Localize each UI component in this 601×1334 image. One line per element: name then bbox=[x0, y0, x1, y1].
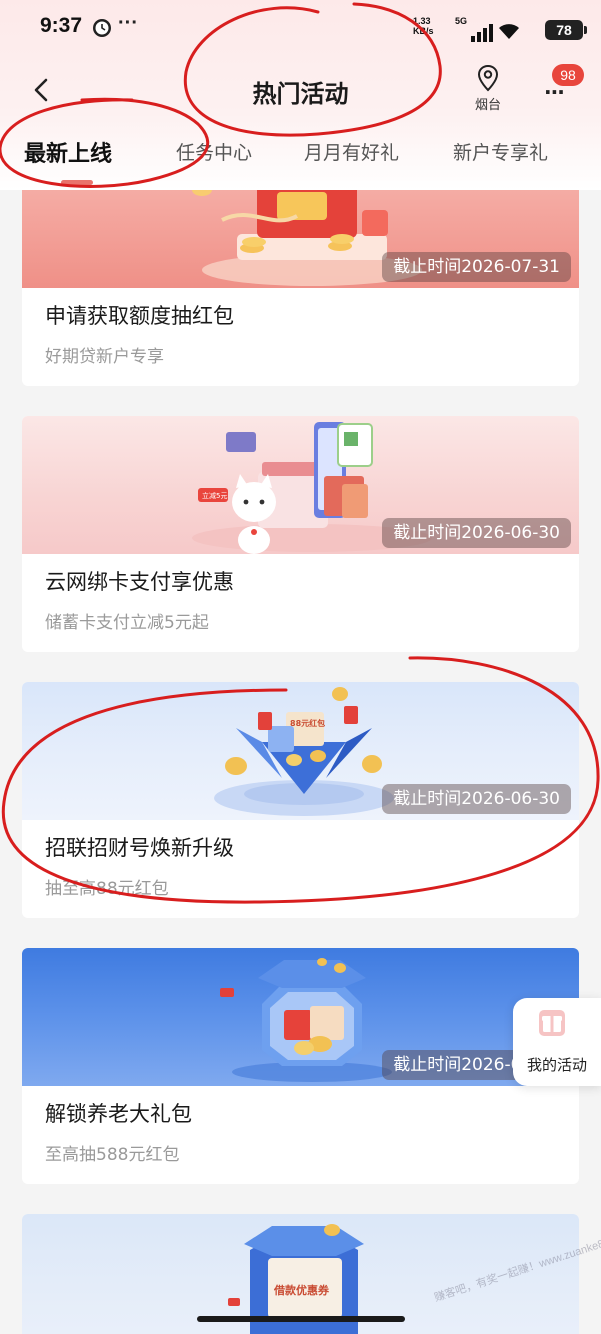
status-indicators: 1.33 KB/s 5G 78 bbox=[403, 12, 587, 42]
net-speed-value: 1.33 bbox=[413, 16, 431, 26]
status-more-icon: ··· bbox=[118, 12, 138, 34]
location-label: 烟台 bbox=[474, 98, 501, 113]
clock-icon bbox=[93, 19, 111, 37]
banner-tag-text: 立减5元 bbox=[202, 491, 227, 500]
card-body: 解锁养老大礼包 至高抽588元红包 bbox=[22, 1086, 579, 1184]
activity-card[interactable]: 截止时间2026-06-30 解锁养老大礼包 至高抽588元红包 bbox=[22, 948, 579, 1184]
activity-card[interactable]: 截止时间2026-07-31 申请获取额度抽红包 好期贷新户专享 bbox=[22, 190, 579, 386]
location-button[interactable]: 烟台 bbox=[466, 64, 510, 118]
wifi-icon bbox=[499, 24, 519, 39]
status-time: 9:37 bbox=[40, 14, 83, 37]
deadline-badge: 截止时间2026-06-30 bbox=[382, 518, 571, 548]
card-title: 招联招财号焕新升级 bbox=[45, 836, 234, 860]
activity-card[interactable]: 88元红包 截止时间2026-06-30 招联招财号焕新升级 抽至高88元红包 bbox=[22, 682, 579, 918]
page-title: 热门活动 bbox=[252, 80, 349, 108]
active-tab-indicator bbox=[61, 180, 93, 185]
activity-card[interactable]: 立减5元 截止时间2026-06-30 云网绑卡支付享优惠 储蓄卡支付立减5元起 bbox=[22, 416, 579, 652]
location-pin-icon bbox=[477, 64, 499, 92]
card-banner-image: 截止时间2026-06-30 bbox=[22, 948, 579, 1086]
card-banner-image: 截止时间2026-07-31 bbox=[22, 190, 579, 288]
banner-envelope-text: 88元红包 bbox=[290, 718, 325, 728]
net-speed: 1.33 KB/s bbox=[413, 16, 453, 36]
signal-icon bbox=[471, 24, 493, 42]
card-title: 申请获取额度抽红包 bbox=[45, 304, 234, 328]
card-title: 云网绑卡支付享优惠 bbox=[45, 570, 234, 594]
net-speed-unit: KB/s bbox=[413, 26, 434, 36]
network-type: 5G bbox=[454, 16, 467, 26]
message-count-badge: 98 bbox=[552, 64, 584, 86]
more-menu-button[interactable]: ··· 98 bbox=[540, 64, 590, 110]
card-banner-image: 立减5元 截止时间2026-06-30 bbox=[22, 416, 579, 554]
deadline-badge: 截止时间2026-07-31 bbox=[382, 252, 571, 282]
tab-monthly-gifts[interactable]: 月月有好礼 bbox=[304, 138, 399, 165]
card-subtitle: 至高抽588元红包 bbox=[45, 1145, 180, 1165]
card-body: 云网绑卡支付享优惠 储蓄卡支付立减5元起 bbox=[22, 554, 579, 652]
card-banner-image: 88元红包 截止时间2026-06-30 bbox=[22, 682, 579, 820]
card-body: 申请获取额度抽红包 好期贷新户专享 bbox=[22, 288, 579, 386]
battery-indicator: 78 bbox=[545, 20, 587, 40]
nav-bar: 热门活动 烟台 ··· 98 bbox=[0, 56, 601, 122]
my-activity-label: 我的活动 bbox=[526, 1056, 587, 1074]
gift-icon bbox=[539, 1010, 565, 1036]
deadline-badge: 截止时间2026-06-30 bbox=[382, 784, 571, 814]
tab-latest[interactable]: 最新上线 bbox=[24, 136, 112, 168]
card-subtitle: 抽至高88元红包 bbox=[45, 879, 169, 899]
card-body: 招联招财号焕新升级 抽至高88元红包 bbox=[22, 820, 579, 918]
banner-voucher-text: 借款优惠券 bbox=[273, 1283, 330, 1297]
home-indicator[interactable] bbox=[197, 1316, 405, 1322]
card-subtitle: 储蓄卡支付立减5元起 bbox=[45, 613, 209, 633]
card-title: 解锁养老大礼包 bbox=[45, 1102, 192, 1126]
card-subtitle: 好期贷新户专享 bbox=[45, 347, 164, 367]
my-activity-button[interactable]: 我的活动 bbox=[513, 998, 601, 1086]
activity-list[interactable]: 截止时间2026-07-31 申请获取额度抽红包 好期贷新户专享 立减5元 截止… bbox=[0, 190, 601, 1334]
tab-new-user-gifts[interactable]: 新户专享礼 bbox=[453, 138, 548, 165]
header: 9:37 ··· 1.33 KB/s 5G 78 热门活动 烟台 ··· 98 … bbox=[0, 0, 601, 190]
tab-bar: 最新上线 任务中心 月月有好礼 新户专享礼 bbox=[0, 124, 601, 190]
tab-task-center[interactable]: 任务中心 bbox=[176, 138, 252, 165]
status-bar: 9:37 ··· 1.33 KB/s 5G 78 bbox=[0, 0, 601, 56]
